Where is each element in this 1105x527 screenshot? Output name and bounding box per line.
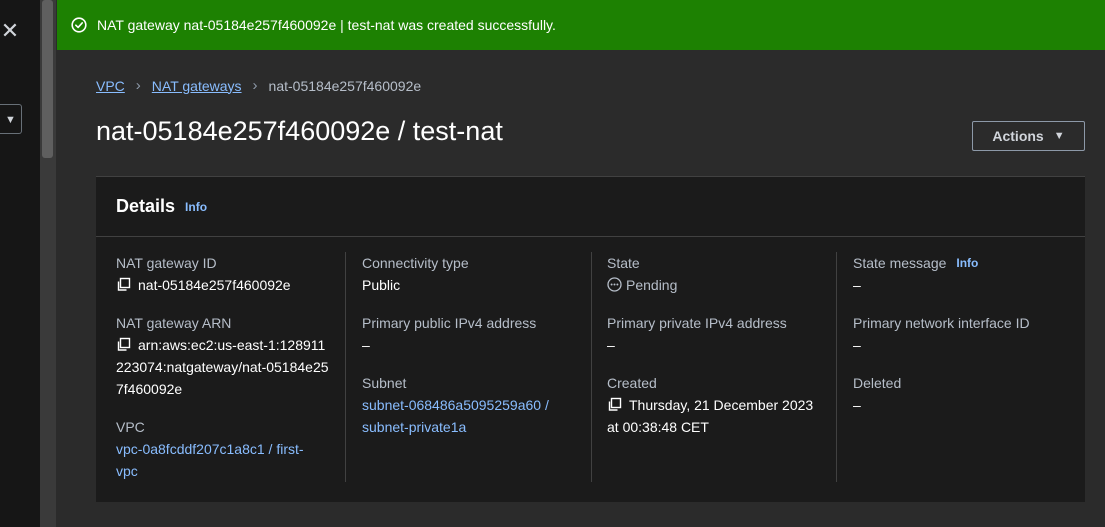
- field-primary-public-ipv4: Primary public IPv4 address –: [362, 312, 587, 356]
- state-message-label: State message: [853, 255, 947, 271]
- column-divider: [836, 252, 837, 482]
- field-label: State: [607, 255, 640, 271]
- field-primary-network-interface-id: Primary network interface ID –: [853, 312, 1078, 356]
- field-label: Primary private IPv4 address: [607, 315, 787, 331]
- nat-gateway-id-value: nat-05184e257f460092e: [138, 277, 291, 293]
- field-created: Created Thursday, 21 December 2023 at 00…: [607, 372, 832, 438]
- field-label: Created: [607, 375, 657, 391]
- field-label: Primary network interface ID: [853, 315, 1030, 331]
- success-flash-banner: NAT gateway nat-05184e257f460092e | test…: [57, 0, 1105, 50]
- field-subnet: Subnet subnet-068486a5095259a60 / subnet…: [362, 372, 587, 438]
- breadcrumb-nat-gateways-link[interactable]: NAT gateways: [152, 78, 242, 94]
- actions-button[interactable]: Actions ▼: [972, 121, 1085, 151]
- field-value: –: [853, 277, 861, 293]
- details-info-link[interactable]: Info: [185, 200, 207, 214]
- details-column-3: State Pending Primary private IPv4 addre…: [607, 252, 832, 454]
- flash-message: NAT gateway nat-05184e257f460092e | test…: [97, 17, 556, 33]
- column-divider: [345, 252, 346, 482]
- state-message-info-link[interactable]: Info: [956, 254, 978, 272]
- side-panel: ✕ ▼: [0, 0, 40, 527]
- field-label: Connectivity type: [362, 255, 469, 271]
- page-title: nat-05184e257f460092e / test-nat: [96, 116, 503, 146]
- details-header: Details Info: [96, 177, 1085, 237]
- field-label: Primary public IPv4 address: [362, 315, 537, 331]
- details-grid: NAT gateway ID nat-05184e257f460092e NAT…: [96, 237, 1085, 502]
- field-nat-gateway-id: NAT gateway ID nat-05184e257f460092e: [116, 252, 341, 296]
- vpc-link[interactable]: vpc-0a8fcddf207c1a8c1 / first-vpc: [116, 438, 321, 482]
- field-vpc: VPC vpc-0a8fcddf207c1a8c1 / first-vpc: [116, 416, 341, 482]
- breadcrumb-current: nat-05184e257f460092e: [268, 77, 422, 94]
- breadcrumb: VPC › NAT gateways › nat-05184e257f46009…: [96, 77, 421, 94]
- caret-down-icon: ▼: [1053, 130, 1065, 142]
- field-value: Pending: [607, 274, 832, 296]
- field-deleted: Deleted –: [853, 372, 1078, 416]
- field-value: –: [607, 337, 615, 353]
- field-label: State message Info: [853, 252, 1078, 274]
- copy-icon[interactable]: [116, 277, 131, 292]
- field-primary-private-ipv4: Primary private IPv4 address –: [607, 312, 832, 356]
- main-content: VPC › NAT gateways › nat-05184e257f46009…: [57, 50, 1105, 527]
- close-icon[interactable]: ✕: [0, 18, 20, 44]
- field-label: NAT gateway ID: [116, 255, 217, 271]
- nat-gateway-arn-value: arn:aws:ec2:us-east-1:128911223074:natga…: [116, 337, 329, 397]
- field-state-message: State message Info –: [853, 252, 1078, 296]
- field-nat-gateway-arn: NAT gateway ARN arn:aws:ec2:us-east-1:12…: [116, 312, 341, 400]
- field-connectivity-type: Connectivity type Public: [362, 252, 587, 296]
- field-label: NAT gateway ARN: [116, 315, 232, 331]
- copy-icon[interactable]: [607, 397, 622, 412]
- column-divider: [591, 252, 592, 482]
- field-value: –: [853, 337, 861, 353]
- details-title: Details: [116, 196, 176, 216]
- copy-icon[interactable]: [116, 337, 131, 352]
- details-column-2: Connectivity type Public Primary public …: [362, 252, 587, 454]
- field-value: Thursday, 21 December 2023 at 00:38:48 C…: [607, 394, 827, 438]
- created-value: Thursday, 21 December 2023 at 00:38:48 C…: [607, 397, 814, 435]
- subnet-link[interactable]: subnet-068486a5095259a60 / subnet-privat…: [362, 394, 567, 438]
- region-select-caret-icon[interactable]: ▼: [0, 104, 22, 134]
- state-value: Pending: [626, 277, 678, 293]
- pending-icon: [607, 277, 622, 292]
- field-value: Public: [362, 277, 401, 293]
- breadcrumb-separator: ›: [252, 77, 258, 94]
- details-panel: Details Info NAT gateway ID nat-05184e25…: [96, 176, 1085, 502]
- field-value: arn:aws:ec2:us-east-1:128911223074:natga…: [116, 334, 331, 400]
- field-label: VPC: [116, 419, 145, 435]
- details-column-1: NAT gateway ID nat-05184e257f460092e NAT…: [116, 252, 341, 498]
- breadcrumb-vpc-link[interactable]: VPC: [96, 78, 125, 94]
- field-label: Deleted: [853, 375, 902, 391]
- check-circle-icon: [71, 17, 87, 33]
- field-value: nat-05184e257f460092e: [116, 274, 341, 296]
- details-column-4: State message Info – Primary network int…: [853, 252, 1078, 432]
- field-value: –: [853, 397, 861, 413]
- actions-label: Actions: [992, 128, 1044, 144]
- field-state: State Pending: [607, 252, 832, 296]
- field-value: –: [362, 337, 370, 353]
- scrollbar-thumb[interactable]: [42, 0, 53, 158]
- breadcrumb-separator: ›: [135, 77, 141, 94]
- field-label: Subnet: [362, 375, 407, 391]
